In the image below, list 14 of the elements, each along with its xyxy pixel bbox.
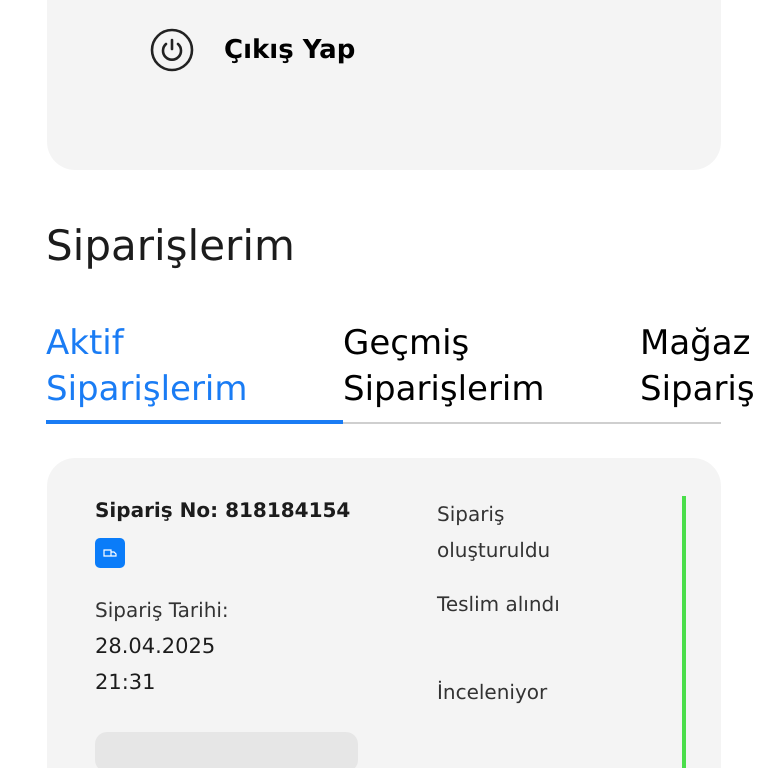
logout-button[interactable]: Çıkış Yap [150,28,356,72]
power-icon [150,28,194,72]
order-number: Sipariş No: 818184154 [95,497,350,524]
status-step: Teslim alındı [437,586,597,622]
status-step: İnceleniyor [437,674,597,710]
truck-icon [95,538,125,568]
order-date: 28.04.2025 [95,633,216,660]
status-step: Sipariş oluşturuldu [437,496,597,568]
tab[interactable]: Geçmiş Siparişlerim [343,320,640,424]
tab[interactable]: Mağaz Sipariş [640,320,768,424]
page-title: Siparişlerim [46,220,296,272]
order-time: 21:31 [95,669,156,696]
tab[interactable]: Aktif Siparişlerim [46,320,343,424]
date-label: Sipariş Tarihi: [95,597,229,624]
